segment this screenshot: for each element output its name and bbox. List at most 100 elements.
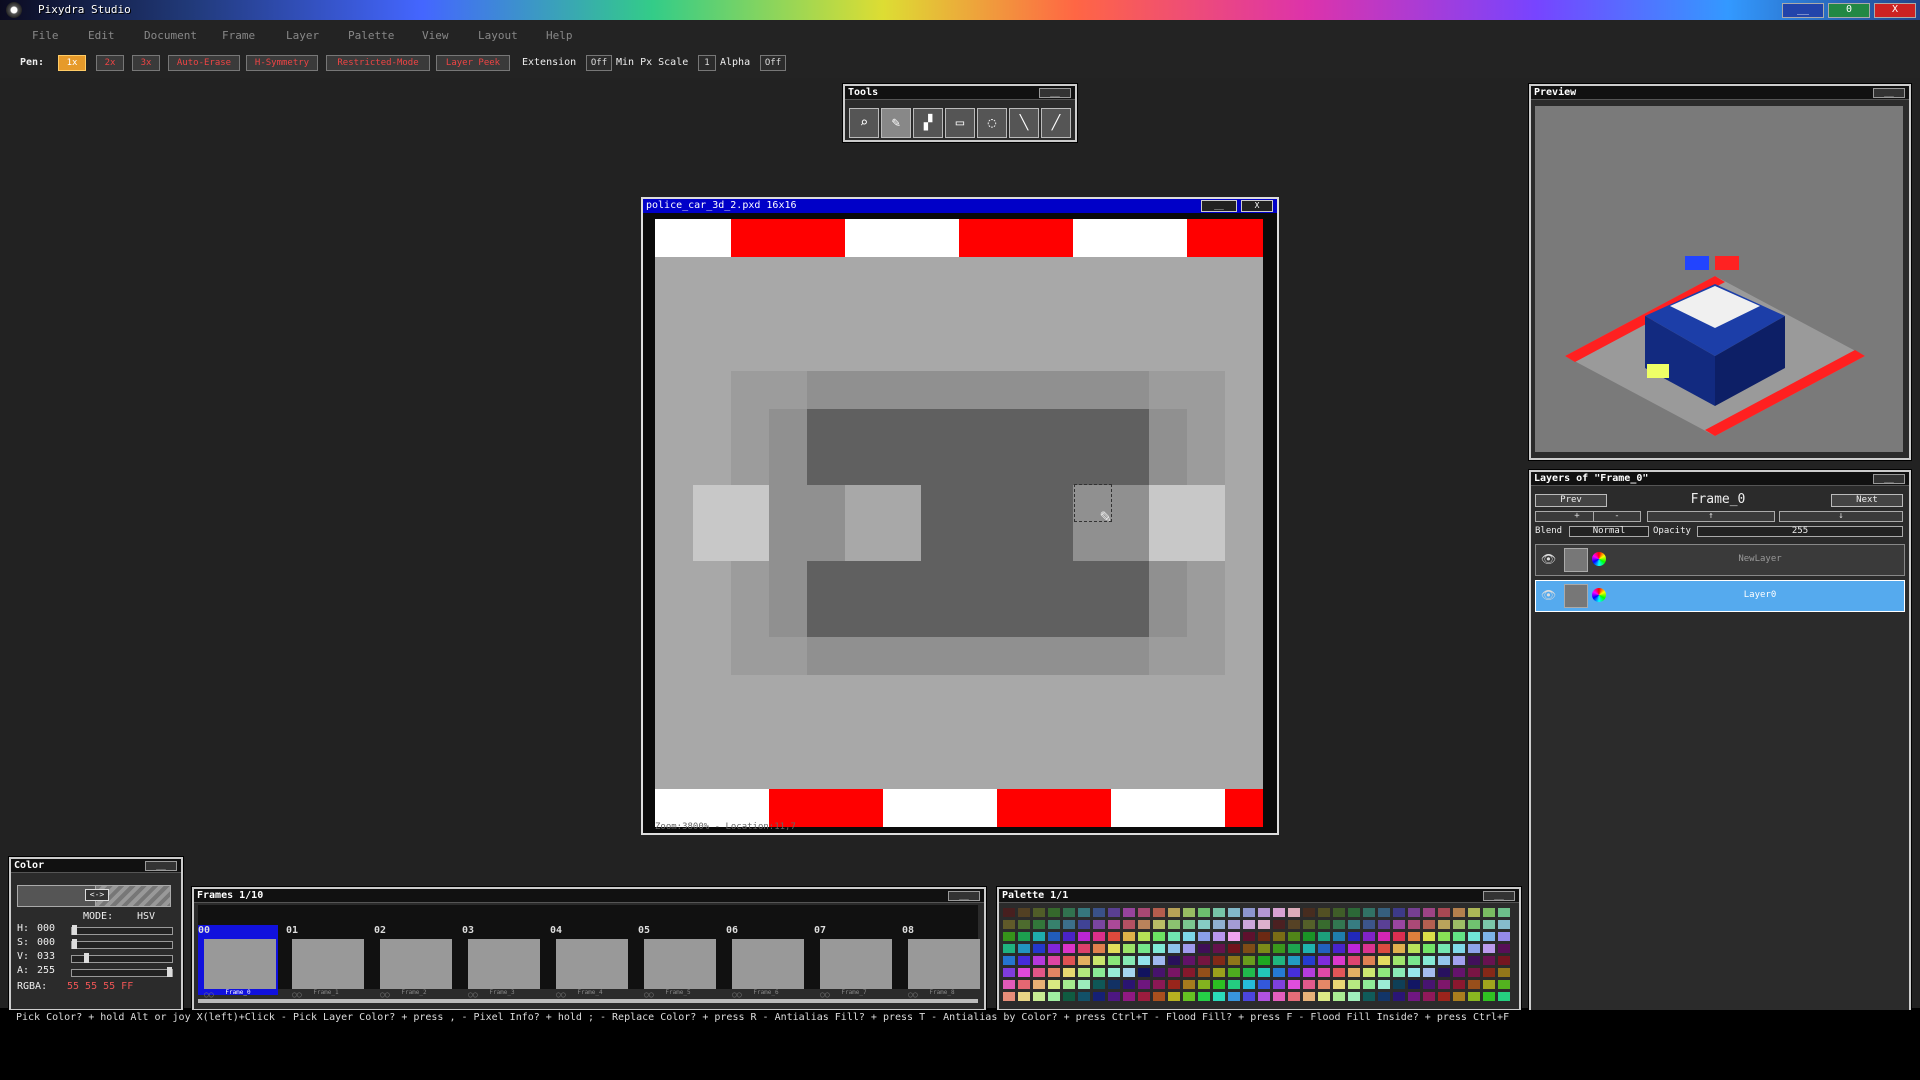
canvas-pixel[interactable] (807, 713, 845, 751)
canvas-pixel[interactable] (807, 561, 845, 599)
palette-swatch[interactable] (1018, 968, 1030, 977)
palette-swatch[interactable] (1483, 968, 1495, 977)
palette-swatch[interactable] (1228, 980, 1240, 989)
canvas-pixel[interactable] (997, 561, 1035, 599)
palette-panel-minimize[interactable]: __ (1483, 891, 1515, 901)
canvas-pixel[interactable] (1073, 447, 1111, 485)
palette-swatch[interactable] (1423, 980, 1435, 989)
canvas-pixel[interactable] (845, 523, 883, 561)
color-mode-icon[interactable] (1592, 552, 1606, 566)
canvas-pixel[interactable] (845, 447, 883, 485)
h-symmetry-toggle[interactable]: H-Symmetry (246, 55, 318, 71)
canvas-pixel[interactable] (807, 409, 845, 447)
canvas-pixel[interactable] (845, 675, 883, 713)
canvas-pixel[interactable] (1187, 333, 1225, 371)
palette-swatch[interactable] (1258, 956, 1270, 965)
palette-swatch[interactable] (1108, 980, 1120, 989)
palette-swatch[interactable] (1288, 980, 1300, 989)
palette-swatch[interactable] (1468, 944, 1480, 953)
palette-swatch[interactable] (1183, 920, 1195, 929)
palette-swatch[interactable] (1378, 968, 1390, 977)
palette-swatch[interactable] (1393, 944, 1405, 953)
canvas-pixel[interactable] (959, 485, 997, 523)
canvas-pixel[interactable] (1225, 447, 1263, 485)
canvas-pixel[interactable] (959, 219, 997, 257)
palette-swatch[interactable] (1078, 980, 1090, 989)
canvas-pixel[interactable] (845, 257, 883, 295)
menu-view[interactable]: View (422, 29, 449, 42)
canvas-pixel[interactable] (1111, 219, 1149, 257)
palette-swatch[interactable] (1033, 956, 1045, 965)
canvas-pixel[interactable] (693, 561, 731, 599)
menu-layout[interactable]: Layout (478, 29, 518, 42)
canvas-pixel[interactable] (1111, 447, 1149, 485)
palette-swatch[interactable] (1123, 932, 1135, 941)
pen-size-1x[interactable]: 1x (58, 55, 86, 71)
auto-erase-toggle[interactable]: Auto-Erase (168, 55, 240, 71)
palette-swatch[interactable] (1258, 908, 1270, 917)
palette-swatch[interactable] (1288, 920, 1300, 929)
canvas-pixel[interactable] (693, 599, 731, 637)
frames-scrollbar[interactable] (198, 999, 978, 1003)
canvas-pixel[interactable] (1111, 713, 1149, 751)
pen-size-3x[interactable]: 3x (132, 55, 160, 71)
canvas-pixel[interactable] (1149, 751, 1187, 789)
palette-swatch[interactable] (1378, 920, 1390, 929)
canvas-pixel[interactable] (655, 257, 693, 295)
canvas-pixel[interactable] (1111, 637, 1149, 675)
palette-swatch[interactable] (1333, 908, 1345, 917)
palette-swatch[interactable] (1498, 944, 1510, 953)
palette-swatch[interactable] (1498, 980, 1510, 989)
palette-swatch[interactable] (1408, 932, 1420, 941)
canvas-pixel[interactable] (731, 257, 769, 295)
canvas-pixel[interactable] (769, 599, 807, 637)
palette-swatch[interactable] (1018, 980, 1030, 989)
palette-swatch[interactable] (1273, 920, 1285, 929)
canvas-pixel[interactable] (1111, 523, 1149, 561)
canvas-pixel[interactable] (655, 599, 693, 637)
canvas-pixel[interactable] (1035, 675, 1073, 713)
palette-swatch[interactable] (1093, 932, 1105, 941)
canvas-pixel[interactable] (655, 447, 693, 485)
canvas-pixel[interactable] (1149, 561, 1187, 599)
canvas-pixel[interactable] (731, 409, 769, 447)
frame-thumb-07[interactable]: 07 Frame_7 ○○ (814, 925, 894, 999)
palette-swatch[interactable] (1438, 932, 1450, 941)
canvas-pixel[interactable] (693, 637, 731, 675)
palette-swatch[interactable] (1183, 908, 1195, 917)
palette-swatch[interactable] (1048, 944, 1060, 953)
canvas-pixel[interactable] (959, 409, 997, 447)
palette-swatch[interactable] (1378, 992, 1390, 1001)
palette-swatch[interactable] (1288, 968, 1300, 977)
move-layer-up-button[interactable]: ↑ (1647, 511, 1775, 522)
palette-swatch[interactable] (1438, 956, 1450, 965)
canvas-pixel[interactable] (693, 295, 731, 333)
canvas-pixel[interactable] (883, 371, 921, 409)
canvas-pixel[interactable] (1073, 561, 1111, 599)
palette-swatch[interactable] (1213, 932, 1225, 941)
palette-swatch[interactable] (1498, 932, 1510, 941)
mode-value[interactable]: HSV (137, 911, 155, 922)
canvas-pixel[interactable] (1149, 523, 1187, 561)
palette-swatch[interactable] (1198, 944, 1210, 953)
palette-swatch[interactable] (1048, 932, 1060, 941)
palette-swatch[interactable] (1258, 980, 1270, 989)
palette-swatch[interactable] (1438, 920, 1450, 929)
next-frame-button[interactable]: Next (1831, 494, 1903, 507)
palette-swatch[interactable] (1483, 992, 1495, 1001)
alpha-slider-knob[interactable] (167, 967, 172, 977)
canvas-pixel[interactable] (1187, 447, 1225, 485)
palette-swatch[interactable] (1198, 992, 1210, 1001)
canvas-pixel[interactable] (997, 713, 1035, 751)
palette-swatch[interactable] (1063, 932, 1075, 941)
palette-swatch[interactable] (1093, 956, 1105, 965)
canvas-pixel[interactable] (731, 371, 769, 409)
palette-swatch[interactable] (1363, 920, 1375, 929)
canvas-pixel[interactable] (693, 409, 731, 447)
canvas-pixel[interactable] (959, 523, 997, 561)
canvas-pixel[interactable] (1225, 257, 1263, 295)
palette-swatch[interactable] (1498, 920, 1510, 929)
canvas-pixel[interactable] (693, 675, 731, 713)
menu-edit[interactable]: Edit (88, 29, 115, 42)
canvas-pixel[interactable] (807, 523, 845, 561)
